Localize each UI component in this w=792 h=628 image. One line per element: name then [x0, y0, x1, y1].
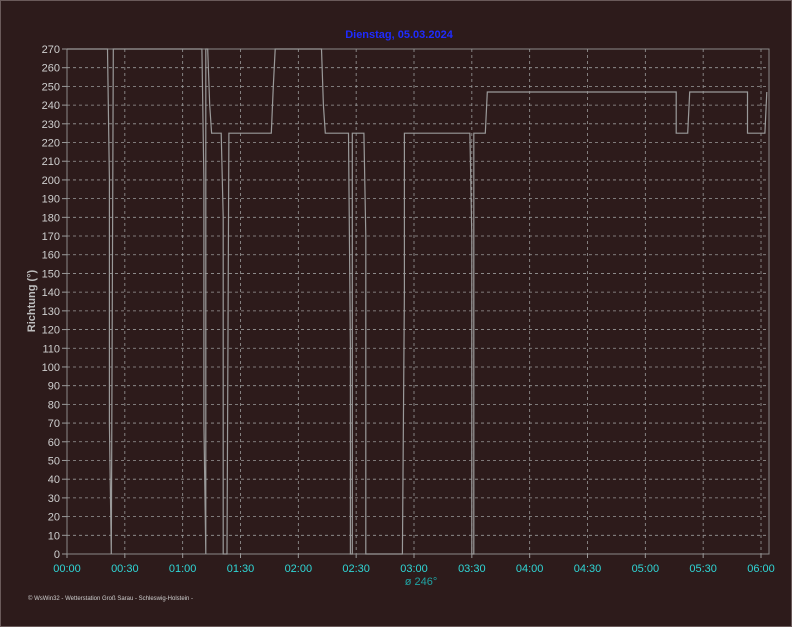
y-tick-label: 200: [42, 175, 60, 187]
y-tick-label: 140: [42, 287, 60, 299]
y-tick-label: 150: [42, 268, 60, 280]
y-tick-label: 270: [42, 44, 60, 56]
y-tick-label: 100: [42, 362, 60, 374]
x-tick-label: 05:00: [632, 563, 660, 575]
x-tick-label: 03:00: [400, 563, 428, 575]
plot-area: [66, 48, 770, 555]
x-tick-label: 04:00: [516, 563, 544, 575]
x-tick-label: 05:30: [689, 563, 717, 575]
x-axis-ticks: 00:00 00:30 01:00 01:30 02:00 02:30 03:00 03:30…: [53, 554, 775, 575]
y-tick-label: 180: [42, 212, 60, 224]
y-tick-label: 250: [42, 81, 60, 93]
x-tick-label: 02:00: [285, 563, 313, 575]
x-tick-label: 03:30: [458, 563, 486, 575]
x-tick-label: 01:30: [227, 563, 255, 575]
y-tick-label: 90: [48, 381, 60, 393]
y-tick-label: 130: [42, 306, 60, 318]
chart-frame: Dienstag, 05.03.2024 0 10 20 30 40 50 60 70 80 90…: [0, 0, 792, 627]
y-tick-label: 120: [42, 325, 60, 337]
y-tick-label: 210: [42, 156, 60, 168]
y-tick-label: 60: [48, 437, 60, 449]
x-tick-label: 00:30: [111, 563, 139, 575]
y-tick-label: 230: [42, 119, 60, 131]
chart-title: Dienstag, 05.03.2024: [345, 29, 454, 41]
y-tick-label: 30: [48, 493, 60, 505]
x-tick-label: 06:00: [747, 563, 775, 575]
footer-credit: © WsWin32 - Wetterstation Groß Sarau - S…: [28, 595, 193, 602]
average-label: ø 246°: [405, 576, 438, 588]
y-tick-label: 40: [48, 474, 60, 486]
x-tick-label: 04:30: [574, 563, 602, 575]
y-tick-label: 50: [48, 455, 60, 467]
y-tick-label: 20: [48, 512, 60, 524]
y-tick-label: 110: [42, 343, 60, 355]
x-tick-label: 00:00: [53, 563, 81, 575]
y-tick-label: 70: [48, 418, 60, 430]
y-tick-label: 160: [42, 250, 60, 262]
wind-direction-chart: Dienstag, 05.03.2024 0 10 20 30 40 50 60 70 80 90…: [26, 29, 775, 602]
y-tick-label: 0: [54, 549, 60, 561]
y-tick-label: 80: [48, 399, 60, 411]
y-tick-label: 240: [42, 100, 60, 112]
y-axis-ticks: 0 10 20 30 40 50 60 70 80 90 100 110 120 130 140 150 160…: [42, 44, 67, 561]
y-tick-label: 220: [42, 138, 60, 150]
y-tick-label: 170: [42, 231, 60, 243]
y-axis-label: Richtung (°): [26, 269, 38, 332]
y-tick-label: 260: [42, 63, 60, 75]
y-tick-label: 10: [48, 530, 60, 542]
x-tick-label: 01:00: [169, 563, 197, 575]
y-tick-label: 190: [42, 194, 60, 206]
x-tick-label: 02:30: [342, 563, 370, 575]
